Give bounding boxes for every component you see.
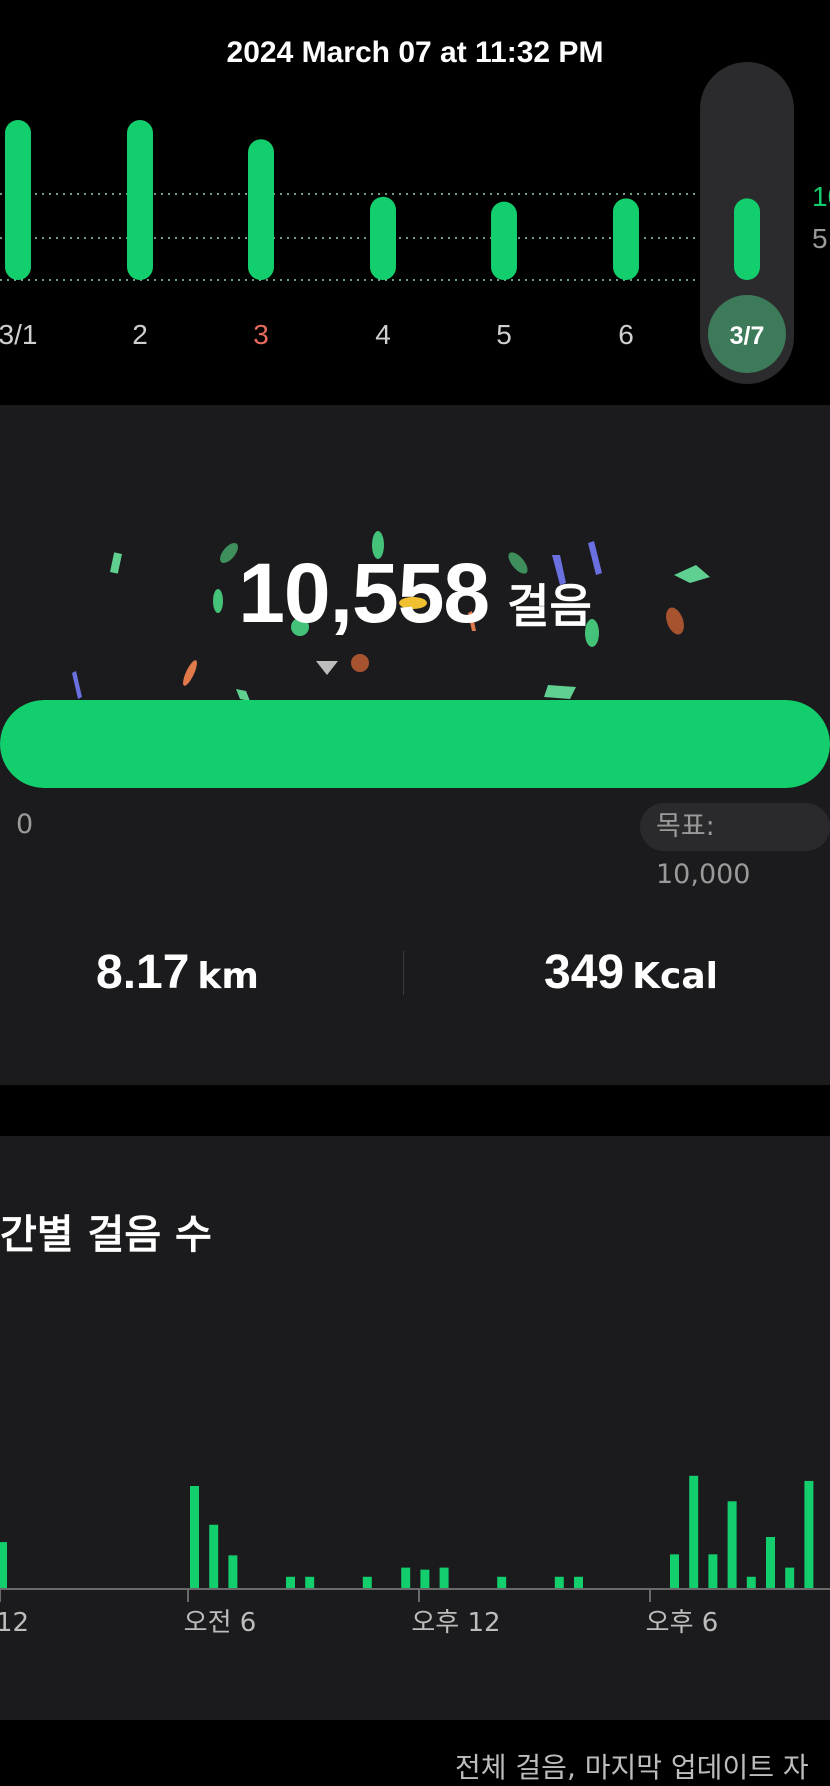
hourly-bar[interactable] xyxy=(305,1576,315,1588)
weekly-bar-6[interactable] xyxy=(613,198,639,280)
calories-metric: 349 Kcal xyxy=(544,945,804,1000)
weekly-day-label[interactable]: 6 xyxy=(618,319,634,350)
hourly-axis-label: 오후 12 xyxy=(411,1608,500,1638)
hourly-bar[interactable] xyxy=(209,1524,219,1588)
weekly-day-label[interactable]: 3 xyxy=(253,319,269,350)
footer-update-text: 전체 걸음, 마지막 업데이트 자 xyxy=(455,1751,809,1784)
calories-unit: Kcal xyxy=(632,956,718,997)
hourly-axis-label: 12 xyxy=(0,1608,29,1638)
hourly-bar[interactable] xyxy=(286,1576,295,1588)
weekly-axis-label: 5 xyxy=(812,223,828,254)
goal-badge[interactable]: 목표: 10,000 xyxy=(640,803,830,890)
hourly-bar[interactable] xyxy=(190,1486,199,1588)
hourly-bar[interactable] xyxy=(785,1567,795,1588)
distance-metric: 8.17 km xyxy=(96,945,296,1000)
hourly-bar[interactable] xyxy=(554,1576,564,1588)
hourly-bar[interactable] xyxy=(766,1537,775,1588)
hourly-bar[interactable] xyxy=(574,1576,583,1588)
weekly-day-label[interactable]: 5 xyxy=(496,319,512,350)
goal-marker-icon xyxy=(316,661,338,675)
hourly-bar[interactable] xyxy=(689,1475,699,1588)
weekly-day-label[interactable]: 4 xyxy=(375,319,391,350)
hourly-bar[interactable] xyxy=(727,1501,737,1588)
metric-divider xyxy=(403,951,404,995)
hourly-axis-label: 오전 6 xyxy=(184,1608,257,1638)
hourly-bar[interactable] xyxy=(708,1554,718,1588)
weekly-day-label[interactable]: 3/1 xyxy=(0,319,37,350)
hourly-bar[interactable] xyxy=(228,1555,238,1588)
steps-unit: 걸음 xyxy=(507,579,592,633)
hourly-bar[interactable] xyxy=(439,1567,449,1588)
date-header: 2024 March 07 at 11:32 PM xyxy=(226,36,604,69)
weekly-bar-3/7[interactable] xyxy=(734,198,760,280)
hourly-bar[interactable] xyxy=(420,1569,430,1588)
goal-progress-bar xyxy=(0,700,830,788)
weekly-bar-3[interactable] xyxy=(248,139,274,280)
distance-value: 8.17 xyxy=(96,946,190,999)
calories-value: 349 xyxy=(544,946,625,999)
hourly-axis-label: 오후 6 xyxy=(646,1608,719,1638)
weekly-bar-2[interactable] xyxy=(127,120,153,280)
hourly-bar[interactable] xyxy=(746,1576,756,1588)
daily-summary-card: 10,558 걸음 0 목표: 10,000 8.17 km 349 Kcal xyxy=(0,405,830,1085)
step-count: 10,558 걸음 xyxy=(0,545,830,642)
hourly-bar[interactable] xyxy=(804,1480,814,1588)
weekly-day-label[interactable]: 3/7 xyxy=(730,322,765,350)
hourly-steps-card: 12 오전 6 오후 12 오후 6 간별 걸음 수 xyxy=(0,1136,830,1720)
weekly-day-label[interactable]: 2 xyxy=(132,319,148,350)
hourly-bar[interactable] xyxy=(0,1542,7,1588)
steps-value: 10,558 xyxy=(238,546,490,640)
weekly-axis-label: 10 xyxy=(812,181,830,212)
hourly-bar[interactable] xyxy=(401,1567,411,1588)
distance-unit: km xyxy=(197,956,259,997)
hourly-bar[interactable] xyxy=(497,1576,507,1588)
weekly-bar-5[interactable] xyxy=(491,201,517,280)
goal-progress-fill xyxy=(0,700,830,788)
hourly-steps-title: 간별 걸음 수 xyxy=(0,1212,212,1258)
hourly-bar[interactable] xyxy=(670,1554,679,1588)
hourly-bar[interactable] xyxy=(362,1576,372,1588)
weekly-bar-3/1[interactable] xyxy=(5,120,31,280)
weekly-bar-4[interactable] xyxy=(370,196,396,280)
progress-min-label: 0 xyxy=(16,809,34,840)
